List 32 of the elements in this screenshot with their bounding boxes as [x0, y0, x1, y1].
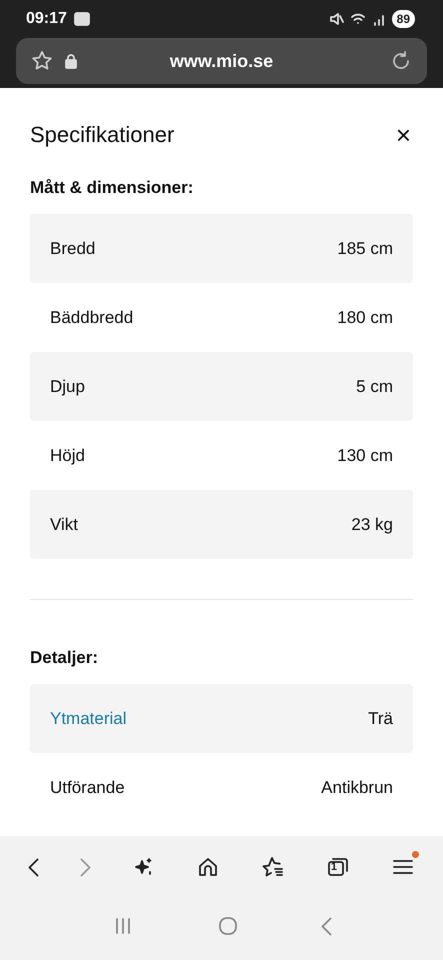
- spec-label: Bäddbredd: [50, 308, 134, 328]
- star-list-icon: [261, 855, 286, 879]
- close-button[interactable]: ×: [394, 122, 413, 148]
- spec-label: Bredd: [50, 238, 96, 258]
- lock-icon: [64, 53, 78, 69]
- spec-value: 180 cm: [337, 308, 393, 328]
- spec-value: 185 cm: [337, 238, 393, 258]
- wifi-icon: [350, 11, 366, 27]
- panel-title: Specifikationer: [30, 122, 174, 148]
- tab-count: 1: [330, 861, 337, 873]
- spec-label: Höjd: [50, 446, 85, 466]
- spec-label: Djup: [50, 376, 85, 396]
- tabs-button[interactable]: 1: [322, 851, 354, 883]
- spec-value: 5 cm: [356, 376, 393, 396]
- spec-value: Trä: [368, 708, 393, 728]
- spec-value: 23 kg: [351, 514, 393, 534]
- section-heading: Detaljer:: [30, 648, 100, 668]
- tabs-icon: [326, 855, 350, 879]
- status-time: 09:17: [26, 10, 67, 28]
- back-icon: [321, 916, 332, 936]
- back-icon: [28, 858, 40, 876]
- forward-icon: [80, 858, 92, 876]
- url-text: www.mio.se: [168, 50, 274, 72]
- spec-label: Utförande: [50, 778, 125, 798]
- spec-value: 130 cm: [337, 446, 393, 466]
- address-bar[interactable]: www.mio.se: [16, 38, 427, 84]
- spec-value: Antikbrun: [321, 778, 393, 798]
- battery-level: 89: [392, 10, 415, 28]
- spec-label: Vikt: [50, 514, 78, 534]
- mute-icon: [328, 11, 344, 27]
- section-heading: Mått & dimensioner:: [30, 178, 194, 198]
- spec-link[interactable]: Ytmaterial: [50, 708, 127, 728]
